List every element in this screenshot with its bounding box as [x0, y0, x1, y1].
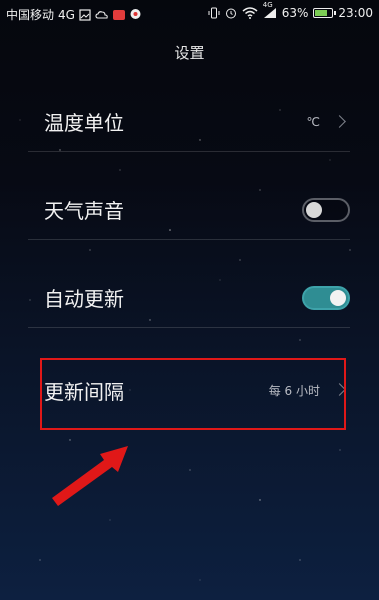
- temperature-unit-label: 温度单位: [44, 111, 124, 135]
- weather-sound-toggle[interactable]: [302, 197, 350, 222]
- cloud-notification-icon: [95, 9, 109, 21]
- weather-sound-label: 天气声音: [44, 199, 124, 223]
- battery-icon: [313, 8, 337, 18]
- wifi-icon: [242, 7, 258, 19]
- cellular-signal-icon: 4G: [263, 1, 277, 19]
- alarm-icon: [225, 7, 237, 19]
- network-type-label: 4G: [58, 7, 75, 22]
- temperature-unit-value: ℃: [306, 114, 320, 129]
- auto-update-label: 自动更新: [44, 287, 124, 311]
- app-notification-icon: [112, 9, 125, 20]
- toggle-knob: [330, 289, 346, 306]
- setting-row-weather-sound: 天气声音: [28, 180, 350, 240]
- auto-update-toggle[interactable]: [302, 285, 350, 310]
- status-bar: 中国移动 4G 4G 63% 23:00: [0, 0, 379, 28]
- chevron-right-icon: [333, 114, 346, 128]
- page-title: 设置: [174, 44, 205, 62]
- setting-row-auto-update: 自动更新: [28, 268, 350, 328]
- clock-time: 23:00: [338, 6, 373, 20]
- vibrate-icon: [208, 7, 220, 19]
- highlight-box-annotation: [40, 358, 346, 430]
- battery-percent-label: 63%: [281, 6, 309, 20]
- setting-row-temperature-unit[interactable]: 温度单位 ℃: [28, 92, 350, 152]
- carrier-label: 中国移动: [6, 8, 55, 22]
- image-notification-icon: [79, 8, 91, 21]
- cellular-4g-label: 4G: [262, 1, 273, 9]
- chat-notification-icon: [129, 8, 142, 21]
- toggle-knob: [306, 201, 322, 218]
